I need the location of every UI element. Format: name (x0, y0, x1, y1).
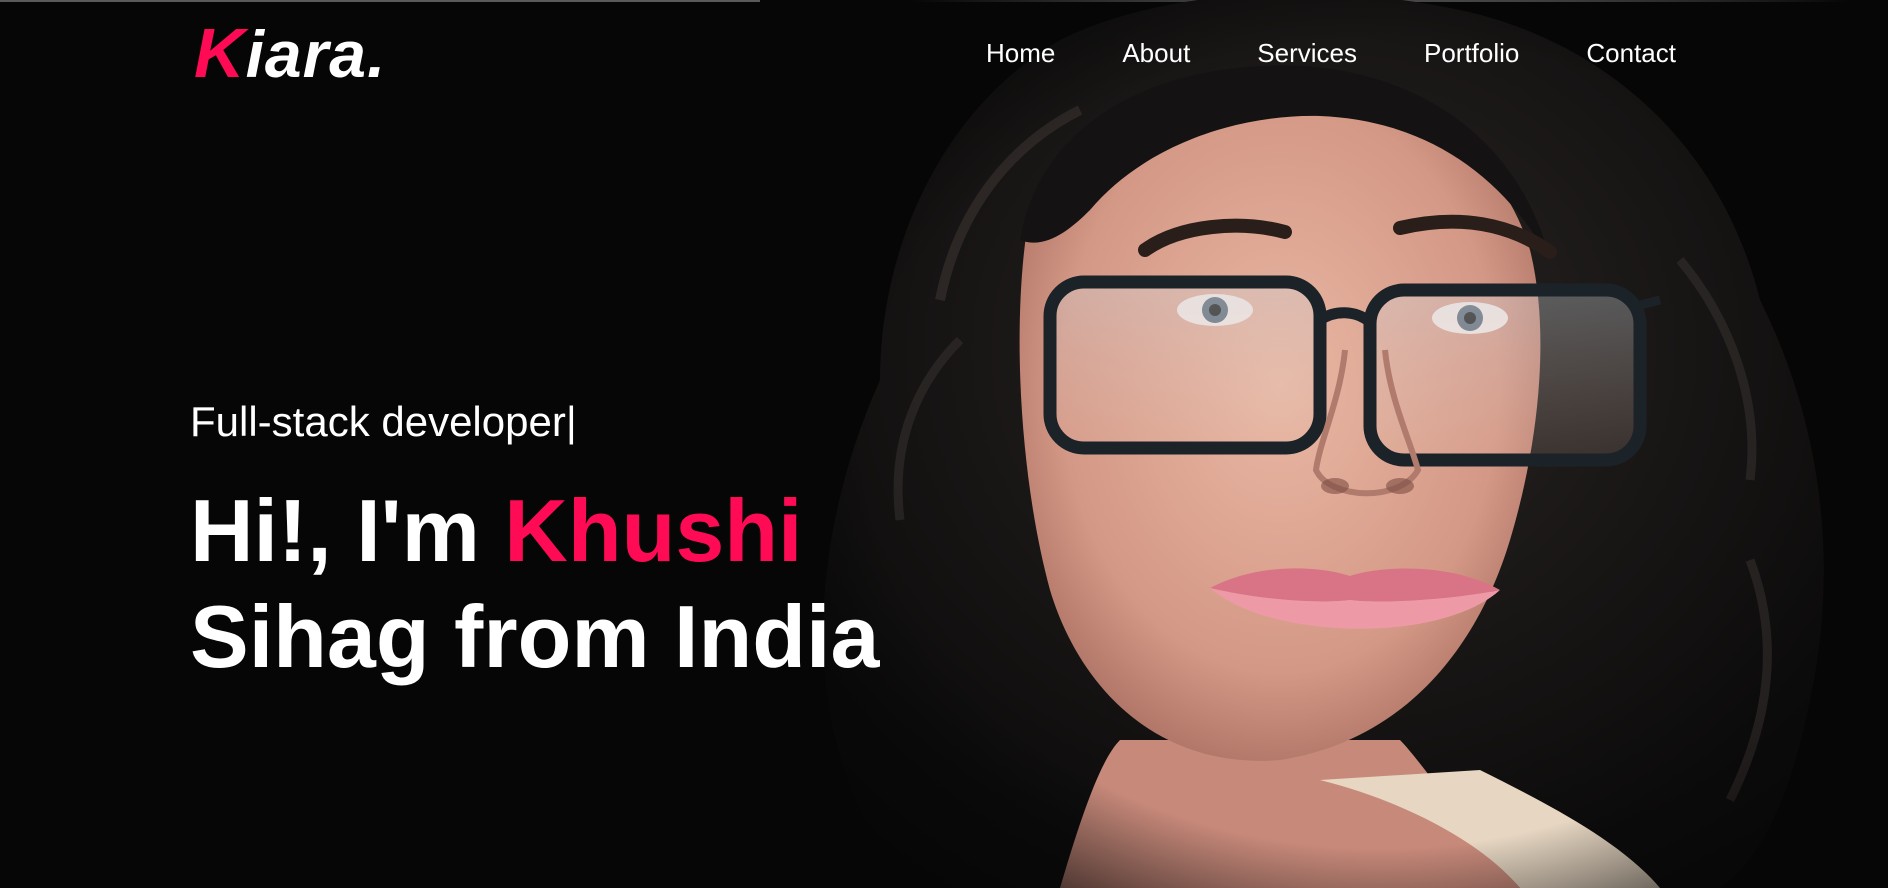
headline-line-1: Hi!, I'm Khushi (190, 478, 879, 584)
nav-contact-link[interactable]: Contact (1586, 36, 1676, 70)
page: Kiara. Home About Services Portfolio Con… (0, 0, 1888, 888)
logo-first-letter: K (194, 14, 246, 92)
logo-rest: iara. (245, 17, 387, 91)
nav-services-link[interactable]: Services (1257, 36, 1357, 70)
main-nav: Home About Services Portfolio Contact (919, 36, 1676, 70)
greeting-prefix: Hi!, I'm (190, 481, 505, 580)
nav-portfolio-link[interactable]: Portfolio (1424, 36, 1519, 70)
nav-about-link[interactable]: About (1122, 36, 1190, 70)
portrait-image (760, 0, 1888, 888)
brand-logo[interactable]: Kiara. (194, 18, 386, 89)
nav-home-link[interactable]: Home (986, 36, 1055, 70)
name-highlight: Khushi (504, 481, 803, 580)
headline-line-2: Sihag from India (190, 587, 880, 686)
hero-role-text: Full-stack developer| (190, 398, 577, 445)
portrait-photo-icon (760, 0, 1888, 888)
hero-headline: Hi!, I'm Khushi Sihag from India (190, 478, 879, 690)
